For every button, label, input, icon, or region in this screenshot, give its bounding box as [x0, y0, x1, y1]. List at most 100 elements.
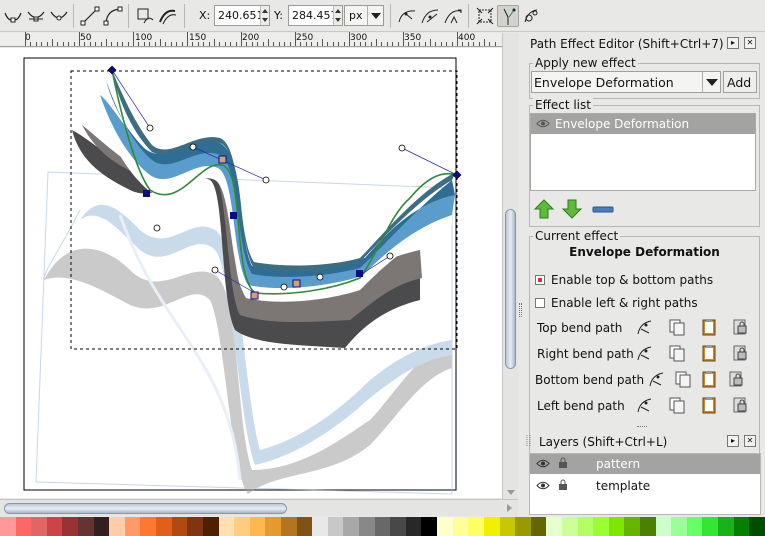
horizontal-scrollbar[interactable] — [0, 499, 518, 516]
object-to-path-icon[interactable] — [134, 5, 156, 27]
copy-path-icon[interactable] — [673, 369, 693, 389]
color-swatch[interactable] — [561, 517, 578, 536]
color-swatch[interactable] — [718, 517, 734, 536]
iconify-button[interactable]: ▸ — [727, 37, 739, 49]
color-swatch[interactable] — [671, 517, 687, 536]
edit-on-canvas-icon[interactable] — [635, 317, 655, 337]
paste-path-icon[interactable] — [699, 343, 719, 363]
y-coordinate-input[interactable]: 284.457 — [288, 5, 343, 26]
color-swatch[interactable] — [577, 517, 594, 536]
color-swatch[interactable] — [530, 517, 547, 536]
color-swatch[interactable] — [655, 517, 672, 536]
color-swatch[interactable] — [15, 517, 32, 536]
color-palette[interactable] — [0, 517, 765, 536]
unit-select[interactable]: px — [344, 5, 384, 26]
copy-path-icon[interactable] — [667, 317, 687, 337]
scroll-right-icon[interactable] — [507, 504, 512, 512]
pane-grip-icon[interactable] — [637, 426, 647, 428]
color-swatch[interactable] — [405, 517, 422, 536]
node-cusp-icon[interactable] — [2, 5, 24, 27]
raise-effect-button[interactable] — [533, 198, 555, 220]
color-swatch[interactable] — [359, 517, 375, 536]
effect-list[interactable]: Envelope Deformation — [530, 113, 756, 191]
link-path-icon[interactable] — [730, 395, 750, 415]
color-swatch[interactable] — [218, 517, 235, 536]
color-swatch[interactable] — [156, 517, 172, 536]
paste-path-icon[interactable] — [699, 395, 719, 415]
drawing-canvas[interactable] — [0, 48, 502, 498]
color-swatch[interactable] — [437, 517, 453, 536]
color-swatch[interactable] — [78, 517, 94, 536]
paste-path-icon[interactable] — [699, 369, 719, 389]
color-swatch[interactable] — [421, 517, 438, 536]
dock-resize-handle[interactable] — [518, 33, 524, 516]
show-handles-icon[interactable] — [396, 5, 418, 27]
copy-path-icon[interactable] — [667, 343, 687, 363]
add-effect-button[interactable]: Add — [723, 71, 757, 93]
enable-top-bottom-row[interactable]: Enable top & bottom paths — [535, 273, 713, 287]
scroll-down-icon[interactable] — [507, 490, 515, 495]
color-swatch[interactable] — [468, 517, 484, 536]
node-smooth-icon[interactable] — [25, 5, 47, 27]
color-swatch[interactable] — [686, 517, 703, 536]
edit-on-canvas-icon[interactable] — [635, 343, 655, 363]
horizontal-scroll-thumb[interactable] — [4, 503, 287, 514]
color-swatch[interactable] — [327, 517, 344, 536]
link-path-icon[interactable] — [730, 317, 750, 337]
show-transform-icon[interactable] — [442, 5, 464, 27]
x-spin-arrows[interactable] — [260, 6, 269, 25]
color-swatch[interactable] — [452, 517, 469, 536]
color-swatch[interactable] — [483, 517, 500, 536]
copy-path-icon[interactable] — [667, 395, 687, 415]
enable-left-right-row[interactable]: Enable left & right paths — [535, 296, 698, 310]
edit-on-canvas-icon[interactable] — [635, 395, 655, 415]
color-swatch[interactable] — [624, 517, 640, 536]
enable-top-bottom-checkbox[interactable] — [535, 275, 545, 285]
layer-row-pattern[interactable]: pattern — [530, 454, 760, 474]
node-symmetric-icon[interactable] — [48, 5, 70, 27]
close-panel-button[interactable]: ✕ — [744, 37, 756, 49]
color-swatch[interactable] — [124, 517, 141, 536]
color-swatch[interactable] — [390, 517, 406, 536]
remove-effect-button[interactable] — [592, 206, 614, 214]
color-swatch[interactable] — [296, 517, 313, 536]
color-swatch[interactable] — [608, 517, 625, 536]
color-swatch[interactable] — [93, 517, 110, 536]
vertical-scrollbar[interactable] — [502, 33, 518, 499]
color-swatch[interactable] — [515, 517, 531, 536]
x-coordinate-input[interactable]: 240.651 — [214, 5, 270, 26]
paste-path-icon[interactable] — [699, 317, 719, 337]
color-swatch[interactable] — [639, 517, 656, 536]
color-swatch[interactable] — [249, 517, 266, 536]
show-clippath-icon[interactable] — [474, 5, 496, 27]
color-swatch[interactable] — [31, 517, 47, 536]
edit-on-canvas-icon[interactable] — [647, 369, 667, 389]
iconify-button[interactable]: ▸ — [727, 435, 739, 447]
color-swatch[interactable] — [280, 517, 297, 536]
color-swatch[interactable] — [62, 517, 79, 536]
color-swatch[interactable] — [140, 517, 157, 536]
y-spin-arrows[interactable] — [333, 6, 342, 25]
link-path-icon[interactable] — [726, 369, 746, 389]
enable-left-right-checkbox[interactable] — [535, 298, 545, 308]
stroke-to-path-icon[interactable] — [157, 5, 179, 27]
segment-to-curve-icon[interactable] — [102, 5, 124, 27]
lower-effect-button[interactable] — [561, 198, 583, 220]
color-swatch[interactable] — [749, 517, 765, 536]
horizontal-ruler[interactable]: 0 50 100 150 200 250 300 350 400 — [0, 32, 502, 47]
vertical-scroll-thumb[interactable] — [505, 209, 516, 369]
color-swatch[interactable] — [109, 517, 125, 536]
color-swatch[interactable] — [265, 517, 281, 536]
color-swatch[interactable] — [202, 517, 219, 536]
color-swatch[interactable] — [499, 517, 516, 536]
edit-next-lpe-param-icon[interactable] — [520, 5, 542, 27]
color-swatch[interactable] — [234, 517, 250, 536]
color-swatch[interactable] — [733, 517, 750, 536]
link-path-icon[interactable] — [730, 343, 750, 363]
color-swatch[interactable] — [343, 517, 360, 536]
show-lpe-handles-icon[interactable] — [497, 5, 519, 27]
show-outline-icon[interactable] — [419, 5, 441, 27]
color-swatch[interactable] — [171, 517, 188, 536]
effect-list-item[interactable]: Envelope Deformation — [531, 114, 755, 134]
layer-row-template[interactable]: template — [530, 476, 760, 496]
